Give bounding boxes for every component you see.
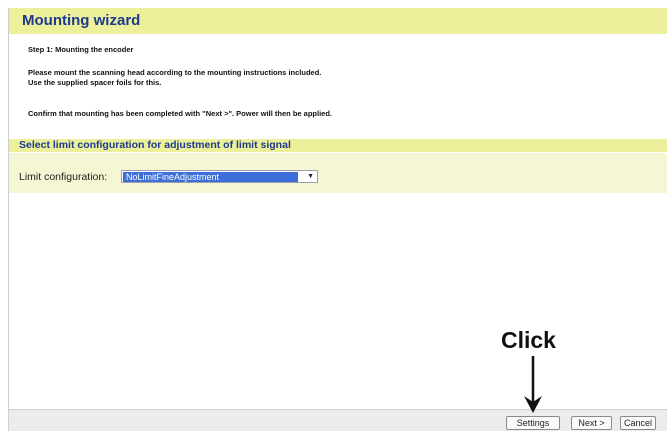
limit-section-header: Select limit configuration for adjustmen… [9,139,667,152]
mounting-wizard-window: Mounting wizard Step 1: Mounting the enc… [8,8,667,431]
next-button[interactable]: Next > [571,416,612,430]
step-heading: Step 1: Mounting the encoder [28,45,134,54]
limit-configuration-dropdown[interactable]: NoLimitFineAdjustment ▼ [121,170,318,183]
instruction-line-1: Please mount the scanning head according… [28,68,322,77]
settings-button[interactable]: Settings [506,416,560,430]
chevron-down-icon[interactable]: ▼ [307,171,314,182]
instruction-line-3: Confirm that mounting has been completed… [28,109,333,118]
instruction-line-2: Use the supplied spacer foils for this. [28,78,162,87]
limit-configuration-label: Limit configuration: [19,171,108,183]
limit-section-title: Select limit configuration for adjustmen… [19,139,291,151]
wizard-button-bar: Settings Next > Cancel [9,409,667,431]
click-annotation-label: Click [501,327,556,353]
cancel-button[interactable]: Cancel [620,416,656,430]
limit-configuration-value: NoLimitFineAdjustment [123,172,298,182]
wizard-title-bar: Mounting wizard [9,8,667,34]
wizard-title: Mounting wizard [22,12,141,29]
arrow-down-icon [524,356,542,413]
limit-section-body [9,153,667,193]
